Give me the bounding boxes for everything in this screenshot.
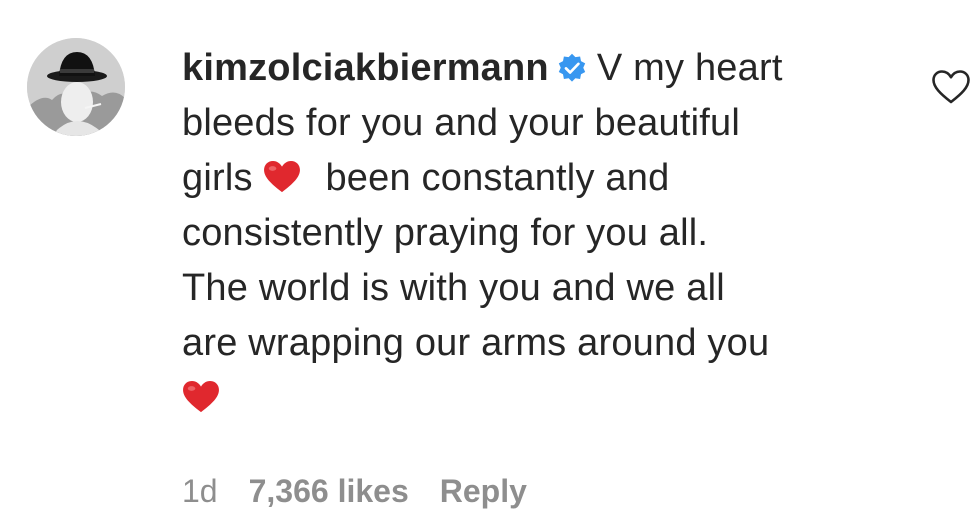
avatar[interactable]	[27, 38, 125, 136]
comment-line-3a: girls	[182, 157, 253, 199]
comment-line-5: The world is with you and we all	[182, 267, 725, 309]
comment-meta: 1d 7,366 likes Reply	[182, 473, 558, 510]
red-heart-emoji	[183, 380, 219, 413]
heart-outline-icon	[932, 70, 970, 104]
reply-button[interactable]: Reply	[440, 473, 527, 509]
comment-line-2: bleeds for you and your beautiful	[182, 102, 740, 144]
red-heart-emoji	[264, 160, 301, 193]
username-link[interactable]: kimzolciakbiermann	[182, 47, 549, 89]
timestamp[interactable]: 1d	[182, 473, 218, 509]
comment-line-6: are wrapping our arms around you	[182, 322, 770, 364]
comment-line-1: V my heart	[596, 47, 783, 89]
avatar-image	[27, 38, 125, 136]
like-button[interactable]	[931, 69, 971, 105]
verified-badge-icon	[558, 53, 586, 82]
comment-line-4: consistently praying for you all.	[182, 212, 709, 254]
comment-text: kimzolciakbiermann V my heart bleeds for…	[182, 41, 882, 426]
comment-line-3b: been constantly and	[325, 157, 670, 199]
likes-count[interactable]: 7,366 likes	[249, 473, 409, 509]
